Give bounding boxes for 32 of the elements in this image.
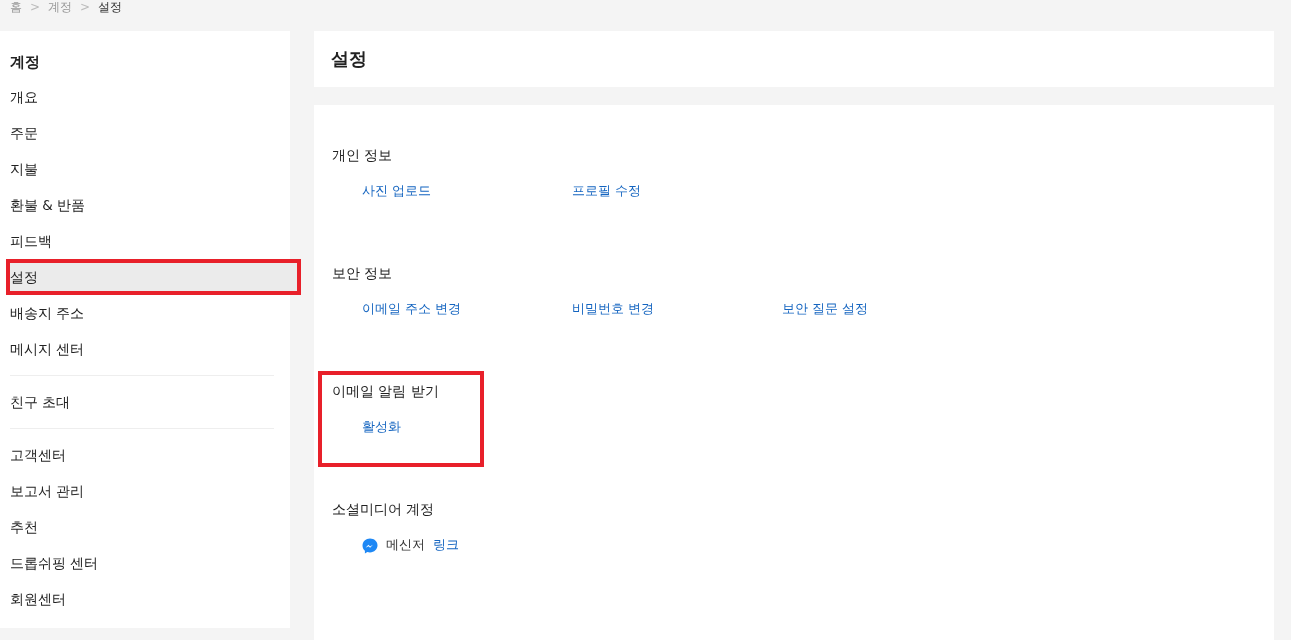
sidebar-title: 계정	[9, 52, 41, 73]
breadcrumb-current: 설정	[98, 0, 123, 14]
social-name: 메신저	[386, 537, 425, 554]
sidebar-item[interactable]: 피드백	[0, 223, 290, 259]
sidebar-item[interactable]: 설정	[6, 259, 301, 295]
section-title: 개인 정보	[332, 146, 394, 165]
sidebar-item[interactable]: 지불	[0, 151, 290, 187]
sidebar-item[interactable]: 고객센터	[0, 437, 290, 473]
sidebar-item[interactable]: 친구 초대	[0, 384, 290, 420]
section-title: 소셜미디어 계정	[332, 500, 436, 519]
sidebar-item[interactable]: 환불 & 반품	[0, 187, 290, 223]
sidebar-item[interactable]: 추천	[0, 509, 290, 545]
sidebar-item[interactable]: 개요	[0, 79, 290, 115]
messenger-icon	[362, 537, 378, 554]
sidebar-item[interactable]: 드롭쉬핑 센터	[0, 545, 290, 581]
settings-link[interactable]: 활성화	[362, 419, 470, 436]
sidebar-item[interactable]: 주문	[0, 115, 290, 151]
sidebar-item[interactable]: 메시지 센터	[0, 331, 290, 367]
settings-link[interactable]: 이메일 주소 변경	[362, 301, 572, 318]
sidebar-item[interactable]: 보고서 관리	[0, 473, 290, 509]
sidebar-item[interactable]: 회원센터	[0, 581, 290, 617]
link-action[interactable]: 링크	[433, 537, 459, 554]
section-title: 보안 정보	[332, 264, 394, 283]
breadcrumb-separator: >	[30, 0, 41, 14]
section-title: 이메일 알림 받기	[332, 382, 440, 401]
breadcrumb-separator: >	[80, 0, 91, 14]
settings-link[interactable]: 사진 업로드	[362, 183, 572, 200]
page-title: 설정	[331, 47, 367, 71]
settings-link[interactable]: 프로필 수정	[572, 183, 782, 200]
settings-link[interactable]: 보안 질문 설정	[782, 301, 992, 318]
settings-link[interactable]: 비밀번호 변경	[572, 301, 782, 318]
sidebar-item[interactable]: 배송지 주소	[0, 295, 290, 331]
